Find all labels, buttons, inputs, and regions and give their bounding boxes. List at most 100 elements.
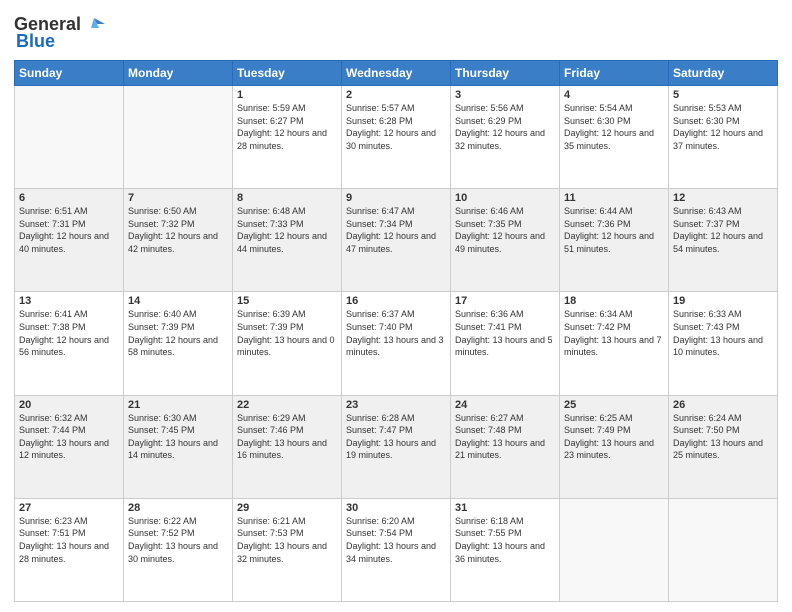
day-info: Sunrise: 6:28 AMSunset: 7:47 PMDaylight:… (346, 413, 436, 461)
calendar-cell: 7 Sunrise: 6:50 AMSunset: 7:32 PMDaylight… (124, 189, 233, 292)
day-info: Sunrise: 6:30 AMSunset: 7:45 PMDaylight:… (128, 413, 218, 461)
calendar-cell: 23 Sunrise: 6:28 AMSunset: 7:47 PMDayligh… (342, 395, 451, 498)
logo-bird-icon (83, 16, 105, 34)
calendar-cell: 5 Sunrise: 5:53 AMSunset: 6:30 PMDaylight… (669, 86, 778, 189)
day-info: Sunrise: 6:50 AMSunset: 7:32 PMDaylight:… (128, 206, 218, 254)
day-number: 16 (346, 295, 446, 307)
calendar-cell: 18 Sunrise: 6:34 AMSunset: 7:42 PMDayligh… (560, 292, 669, 395)
day-info: Sunrise: 6:18 AMSunset: 7:55 PMDaylight:… (455, 516, 545, 564)
day-number: 12 (673, 192, 773, 204)
day-number: 14 (128, 295, 228, 307)
day-info: Sunrise: 5:53 AMSunset: 6:30 PMDaylight:… (673, 103, 763, 151)
header-friday: Friday (560, 61, 669, 86)
calendar-week-row: 6 Sunrise: 6:51 AMSunset: 7:31 PMDaylight… (15, 189, 778, 292)
day-number: 19 (673, 295, 773, 307)
calendar-cell: 22 Sunrise: 6:29 AMSunset: 7:46 PMDayligh… (233, 395, 342, 498)
calendar-cell (15, 86, 124, 189)
day-info: Sunrise: 6:48 AMSunset: 7:33 PMDaylight:… (237, 206, 327, 254)
calendar-cell: 6 Sunrise: 6:51 AMSunset: 7:31 PMDaylight… (15, 189, 124, 292)
day-number: 6 (19, 192, 119, 204)
page: General Blue Sunday Monday Tuesday Wedne… (0, 0, 792, 612)
logo-blue-text: Blue (14, 31, 55, 52)
calendar-week-row: 13Sunrise: 6:41 AMSunset: 7:38 PMDayligh… (15, 292, 778, 395)
day-info: Sunrise: 6:32 AMSunset: 7:44 PMDaylight:… (19, 413, 109, 461)
calendar-cell: 29Sunrise: 6:21 AMSunset: 7:53 PMDayligh… (233, 498, 342, 601)
calendar-week-row: 1 Sunrise: 5:59 AMSunset: 6:27 PMDaylight… (15, 86, 778, 189)
calendar-cell: 14 Sunrise: 6:40 AMSunset: 7:39 PMDayligh… (124, 292, 233, 395)
day-info: Sunrise: 6:47 AMSunset: 7:34 PMDaylight:… (346, 206, 436, 254)
calendar-cell: 8 Sunrise: 6:48 AMSunset: 7:33 PMDaylight… (233, 189, 342, 292)
day-info: Sunrise: 6:34 AMSunset: 7:42 PMDaylight:… (564, 309, 662, 357)
day-info: Sunrise: 6:40 AMSunset: 7:39 PMDaylight:… (128, 309, 218, 357)
calendar-cell: 4 Sunrise: 5:54 AMSunset: 6:30 PMDaylight… (560, 86, 669, 189)
day-number: 28 (128, 502, 228, 514)
calendar-cell: 3 Sunrise: 5:56 AMSunset: 6:29 PMDaylight… (451, 86, 560, 189)
header-saturday: Saturday (669, 61, 778, 86)
header-monday: Monday (124, 61, 233, 86)
day-info: Sunrise: 5:54 AMSunset: 6:30 PMDaylight:… (564, 103, 654, 151)
day-info: Sunrise: 6:23 AMSunset: 7:51 PMDaylight:… (19, 516, 109, 564)
logo: General Blue (14, 10, 105, 52)
day-number: 11 (564, 192, 664, 204)
day-number: 24 (455, 399, 555, 411)
calendar-cell: 28 Sunrise: 6:22 AMSunset: 7:52 PMDayligh… (124, 498, 233, 601)
day-number: 13 (19, 295, 119, 307)
day-number: 15 (237, 295, 337, 307)
calendar-cell: 2Sunrise: 5:57 AMSunset: 6:28 PMDaylight… (342, 86, 451, 189)
header-sunday: Sunday (15, 61, 124, 86)
day-info: Sunrise: 5:59 AMSunset: 6:27 PMDaylight:… (237, 103, 327, 151)
calendar-cell: 24 Sunrise: 6:27 AMSunset: 7:48 PMDayligh… (451, 395, 560, 498)
day-info: Sunrise: 5:56 AMSunset: 6:29 PMDaylight:… (455, 103, 545, 151)
day-info: Sunrise: 6:43 AMSunset: 7:37 PMDaylight:… (673, 206, 763, 254)
header-tuesday: Tuesday (233, 61, 342, 86)
calendar-week-row: 20 Sunrise: 6:32 AMSunset: 7:44 PMDayligh… (15, 395, 778, 498)
day-number: 8 (237, 192, 337, 204)
calendar-cell: 31 Sunrise: 6:18 AMSunset: 7:55 PMDayligh… (451, 498, 560, 601)
calendar-cell: 30Sunrise: 6:20 AMSunset: 7:54 PMDayligh… (342, 498, 451, 601)
calendar-cell: 1 Sunrise: 5:59 AMSunset: 6:27 PMDaylight… (233, 86, 342, 189)
day-info: Sunrise: 6:22 AMSunset: 7:52 PMDaylight:… (128, 516, 218, 564)
day-info: Sunrise: 6:51 AMSunset: 7:31 PMDaylight:… (19, 206, 109, 254)
calendar-cell (560, 498, 669, 601)
day-number: 20 (19, 399, 119, 411)
calendar-cell: 20 Sunrise: 6:32 AMSunset: 7:44 PMDayligh… (15, 395, 124, 498)
calendar-cell: 15Sunrise: 6:39 AMSunset: 7:39 PMDayligh… (233, 292, 342, 395)
header-thursday: Thursday (451, 61, 560, 86)
calendar-cell: 9 Sunrise: 6:47 AMSunset: 7:34 PMDaylight… (342, 189, 451, 292)
header-wednesday: Wednesday (342, 61, 451, 86)
day-number: 25 (564, 399, 664, 411)
day-number: 27 (19, 502, 119, 514)
day-number: 9 (346, 192, 446, 204)
calendar-cell: 12 Sunrise: 6:43 AMSunset: 7:37 PMDayligh… (669, 189, 778, 292)
calendar-cell: 10Sunrise: 6:46 AMSunset: 7:35 PMDayligh… (451, 189, 560, 292)
calendar-cell: 27 Sunrise: 6:23 AMSunset: 7:51 PMDayligh… (15, 498, 124, 601)
calendar-cell (124, 86, 233, 189)
day-number: 7 (128, 192, 228, 204)
day-number: 23 (346, 399, 446, 411)
day-number: 17 (455, 295, 555, 307)
day-info: Sunrise: 6:27 AMSunset: 7:48 PMDaylight:… (455, 413, 545, 461)
day-number: 2 (346, 89, 446, 101)
day-number: 5 (673, 89, 773, 101)
day-info: Sunrise: 6:37 AMSunset: 7:40 PMDaylight:… (346, 309, 444, 357)
day-number: 1 (237, 89, 337, 101)
calendar-cell: 16 Sunrise: 6:37 AMSunset: 7:40 PMDayligh… (342, 292, 451, 395)
calendar-cell: 25 Sunrise: 6:25 AMSunset: 7:49 PMDayligh… (560, 395, 669, 498)
calendar-table: Sunday Monday Tuesday Wednesday Thursday… (14, 60, 778, 602)
day-number: 3 (455, 89, 555, 101)
day-info: Sunrise: 6:29 AMSunset: 7:46 PMDaylight:… (237, 413, 327, 461)
calendar-cell: 17 Sunrise: 6:36 AMSunset: 7:41 PMDayligh… (451, 292, 560, 395)
calendar-cell: 21Sunrise: 6:30 AMSunset: 7:45 PMDayligh… (124, 395, 233, 498)
day-number: 22 (237, 399, 337, 411)
day-number: 31 (455, 502, 555, 514)
day-info: Sunrise: 6:25 AMSunset: 7:49 PMDaylight:… (564, 413, 654, 461)
calendar-cell: 11Sunrise: 6:44 AMSunset: 7:36 PMDayligh… (560, 189, 669, 292)
day-number: 18 (564, 295, 664, 307)
day-info: Sunrise: 6:36 AMSunset: 7:41 PMDaylight:… (455, 309, 553, 357)
calendar-cell: 19Sunrise: 6:33 AMSunset: 7:43 PMDayligh… (669, 292, 778, 395)
calendar-week-row: 27 Sunrise: 6:23 AMSunset: 7:51 PMDayligh… (15, 498, 778, 601)
calendar-cell: 26Sunrise: 6:24 AMSunset: 7:50 PMDayligh… (669, 395, 778, 498)
day-info: Sunrise: 6:21 AMSunset: 7:53 PMDaylight:… (237, 516, 327, 564)
day-number: 4 (564, 89, 664, 101)
weekday-header-row: Sunday Monday Tuesday Wednesday Thursday… (15, 61, 778, 86)
